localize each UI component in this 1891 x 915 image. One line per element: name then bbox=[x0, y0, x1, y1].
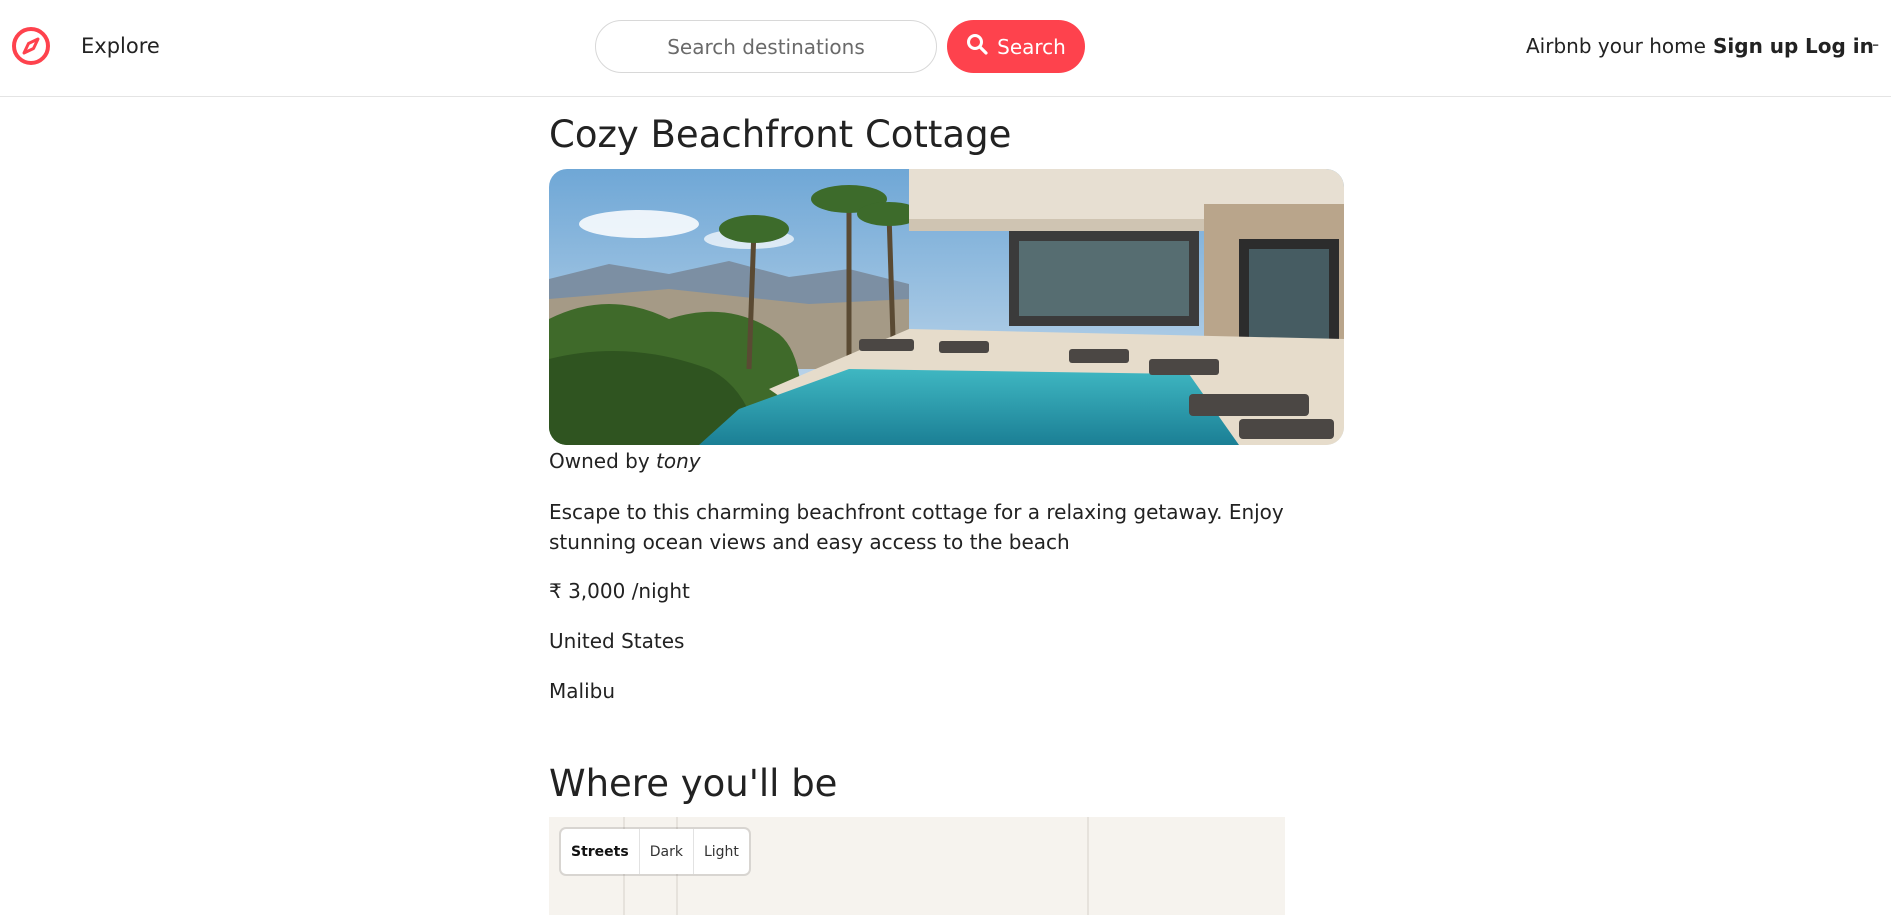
nav-trailing-text: - bbox=[1872, 32, 1880, 56]
listing-title: Cozy Beachfront Cottage bbox=[549, 113, 1012, 156]
map-style-switcher: Streets Dark Light bbox=[561, 829, 749, 874]
compass-icon[interactable] bbox=[10, 25, 52, 67]
listing-country: United States bbox=[549, 629, 685, 653]
search-button[interactable]: Search bbox=[947, 20, 1085, 73]
map-style-streets[interactable]: Streets bbox=[561, 829, 640, 874]
listing-image bbox=[549, 169, 1344, 445]
nav-explore-link[interactable]: Explore bbox=[81, 34, 160, 58]
navbar: Explore Search Airbnb your home Sign up … bbox=[0, 0, 1891, 97]
nav-signup-link[interactable]: Sign up bbox=[1713, 34, 1798, 58]
nav-login-link[interactable]: Log in bbox=[1805, 34, 1874, 58]
map-road bbox=[1087, 817, 1089, 915]
owner-name: tony bbox=[656, 449, 701, 473]
map-style-light[interactable]: Light bbox=[694, 829, 749, 874]
map[interactable]: Streets Dark Light bbox=[549, 817, 1285, 915]
owner-line: Owned by tony bbox=[549, 449, 701, 473]
search-button-label: Search bbox=[997, 34, 1066, 59]
nav-host-link[interactable]: Airbnb your home bbox=[1526, 34, 1706, 58]
owner-prefix: Owned by bbox=[549, 449, 650, 473]
listing-description: Escape to this charming beachfront cotta… bbox=[549, 500, 1284, 554]
map-style-dark[interactable]: Dark bbox=[640, 829, 694, 874]
listing-price: ₹ 3,000 /night bbox=[549, 579, 690, 603]
search-input[interactable] bbox=[595, 20, 937, 73]
search-icon bbox=[966, 33, 988, 60]
map-section-heading: Where you'll be bbox=[549, 762, 838, 805]
listing-location: Malibu bbox=[549, 679, 615, 703]
